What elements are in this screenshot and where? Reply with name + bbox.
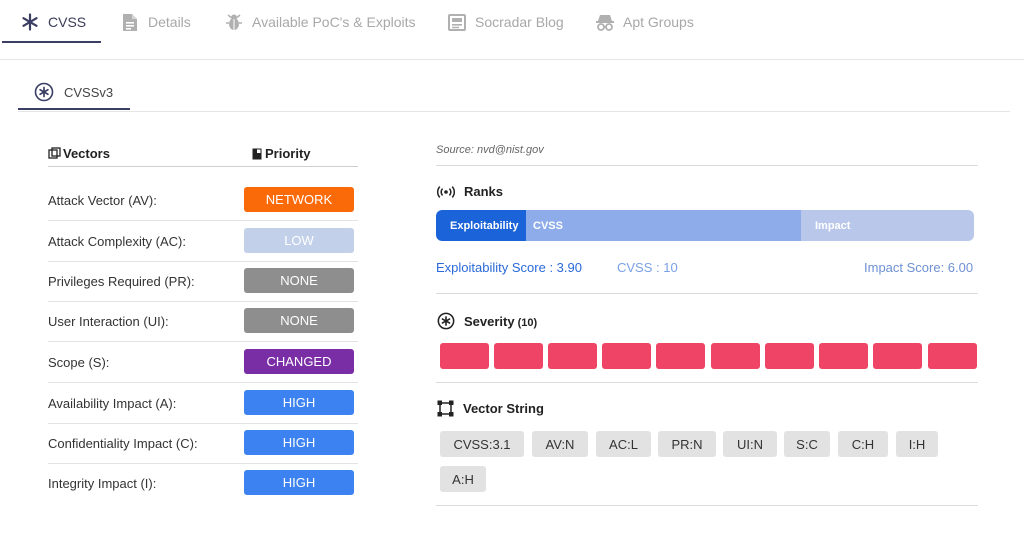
tab-pocs-exploits-label: Available PoC's & Exploits [252,14,416,30]
vector-row: User Interaction (UI): NONE [48,302,358,342]
vector-value-badge: HIGH [244,390,354,415]
severity-value: (10) [517,316,538,329]
ranks-bar-cvss-label: CVSS [533,219,563,232]
vector-chip: PR:N [658,431,716,457]
vector-row: Privileges Required (PR): NONE [48,262,358,302]
divider [436,293,978,294]
vector-chip: I:H [896,431,938,457]
divider [436,382,978,383]
severity-box [602,343,651,369]
vector-row: Attack Vector (AV): NETWORK [48,181,358,221]
vector-chip: C:H [838,431,888,457]
tab-cvssv3[interactable]: CVSSv3 [34,82,113,102]
vector-label: User Interaction (UI): [48,314,169,329]
exploitability-score: Exploitability Score : 3.90 [436,260,582,275]
vector-value-badge: HIGH [244,430,354,455]
active-tab-indicator [2,41,101,43]
ranks-bar-impact: Impact [801,210,974,241]
severity-box [656,343,705,369]
severity-box [765,343,814,369]
severity-title: Severity [464,313,515,329]
severity-box [548,343,597,369]
tab-socradar-blog[interactable]: Socradar Blog [447,0,564,44]
ranks-title: Ranks [464,184,504,199]
asterisk-icon [20,12,40,32]
ranks-heading: Ranks [437,184,503,199]
severity-box [819,343,868,369]
vector-row: Confidentiality Impact (C): HIGH [48,424,358,464]
vector-row: Attack Complexity (AC): LOW [48,222,358,262]
spy-icon [595,12,615,32]
ranks-bar-exploitability-label: Exploitability [450,219,519,232]
priority-icon [252,148,262,160]
vector-label: Availability Impact (A): [48,396,177,411]
vector-chip: CVSS:3.1 [440,431,524,457]
vector-row: Availability Impact (A): HIGH [48,384,358,424]
vectors-header-label: Vectors [63,146,110,161]
asterisk-circle-icon [34,82,54,102]
vector-value-badge: LOW [244,228,354,253]
vector-shape-icon [437,400,454,417]
sub-tab-bar: CVSSv3 [18,76,1010,112]
tab-cvss-label: CVSS [48,14,87,30]
severity-box [928,343,977,369]
tab-pocs-exploits[interactable]: Available PoC's & Exploits [224,0,416,44]
active-subtab-indicator [18,108,130,110]
tab-details-label: Details [148,14,191,30]
ranks-bar-cvss: CVSS [519,210,801,241]
vector-string-heading: Vector String [437,400,544,417]
tab-cvss[interactable]: CVSS [20,0,86,44]
vector-label: Integrity Impact (I): [48,476,157,491]
impact-score: Impact Score: 6.00 [864,260,974,275]
tab-apt-groups[interactable]: Apt Groups [595,0,694,44]
vector-chip: AC:L [596,431,651,457]
document-icon [120,12,140,32]
ranks-bar-exploitability: Exploitability [436,210,526,241]
vector-label: Scope (S): [48,355,110,370]
cvss-score: CVSS : 10 [617,260,678,275]
vector-chip: A:H [440,466,486,492]
vector-value-badge: NONE [244,268,354,293]
severity-heading: Severity (10) [437,312,537,330]
asterisk-circle-icon [437,312,455,330]
vector-value-badge: NONE [244,308,354,333]
severity-box [440,343,489,369]
priority-header-label: Priority [265,146,311,161]
vector-label: Privileges Required (PR): [48,274,195,289]
vector-label: Attack Complexity (AC): [48,234,186,249]
tab-details[interactable]: Details [120,0,191,44]
vector-chip: UI:N [723,431,777,457]
vector-label: Confidentiality Impact (C): [48,436,198,451]
top-tab-bar: CVSS Details Available PoC's & Exploits … [0,0,1024,60]
vector-value-badge: CHANGED [244,349,354,374]
tab-apt-groups-label: Apt Groups [623,14,694,30]
ranks-bar: CVSS Exploitability Impact [436,210,974,241]
vector-label: Attack Vector (AV): [48,193,157,208]
severity-box [494,343,543,369]
severity-box [873,343,922,369]
ranks-bar-impact-label: Impact [815,219,851,232]
vector-row: Integrity Impact (I): HIGH [48,464,358,504]
vector-string-title: Vector String [463,401,544,416]
vector-chip: AV:N [532,431,588,457]
vector-value-badge: HIGH [244,470,354,495]
divider [436,165,978,166]
tab-socradar-blog-label: Socradar Blog [475,14,564,30]
tab-cvssv3-label: CVSSv3 [64,84,114,100]
severity-box [711,343,760,369]
vectors-table-header: Vectors Priority [48,145,358,167]
source-text: Source: nvd@nist.gov [436,144,544,156]
bug-icon [224,12,244,32]
vector-chip: S:C [784,431,830,457]
divider [436,505,978,506]
newspaper-icon [447,12,467,32]
vector-row: Scope (S): CHANGED [48,343,358,383]
vector-value-badge: NETWORK [244,187,354,212]
vectors-icon [48,147,61,160]
broadcast-icon [437,185,455,198]
